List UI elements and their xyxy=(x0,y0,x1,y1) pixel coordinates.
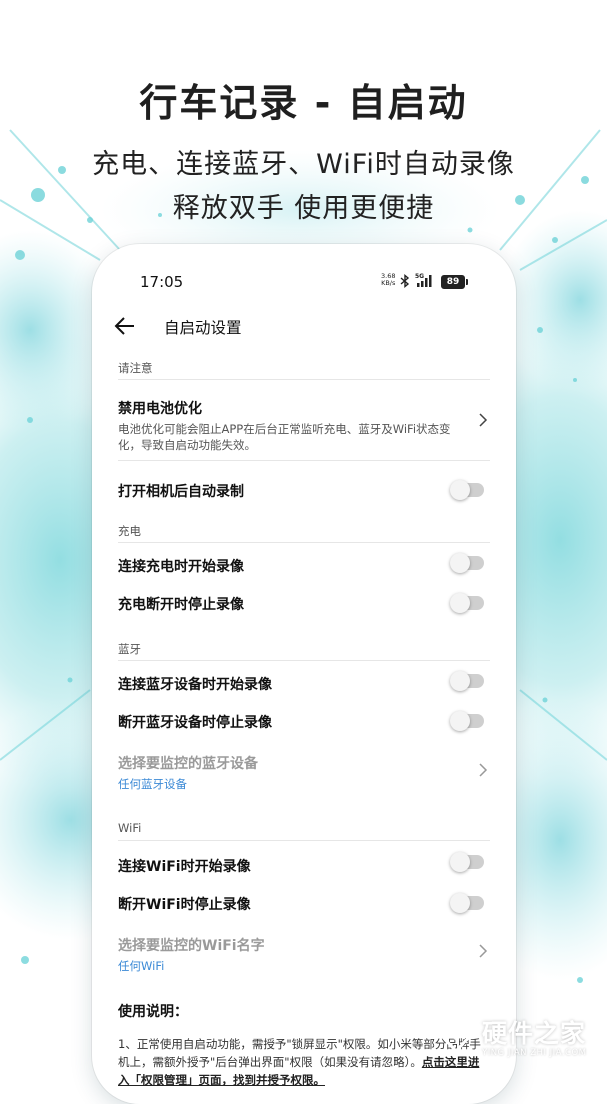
status-time: 17:05 xyxy=(140,273,184,291)
bt-start-row: 连接蓝牙设备时开始录像 xyxy=(118,661,490,701)
usage-heading: 使用说明： xyxy=(118,1004,188,1020)
battery-optimization-row[interactable]: 禁用电池优化 电池优化可能会阻止APP在后台正常监听充电、蓝牙及WiFi状态变化… xyxy=(118,380,490,461)
wifi-stop-row: 断开WiFi时停止录像 xyxy=(118,883,490,923)
back-arrow-icon[interactable] xyxy=(114,316,136,336)
section-header-charging: 充电 xyxy=(118,519,490,543)
section-header-bluetooth: 蓝牙 xyxy=(118,637,490,661)
row-title: 选择要监控的WiFi名字 xyxy=(118,938,265,954)
site-watermark: 硬件之家 YING JIAN ZHI JIA.COM xyxy=(436,1008,606,1076)
section-header-notice: 请注意 xyxy=(118,356,490,380)
row-title: 选择要监控的蓝牙设备 xyxy=(118,756,258,772)
row-title: 断开蓝牙设备时停止录像 xyxy=(118,715,272,731)
wifi-stop-toggle[interactable] xyxy=(450,893,484,913)
row-value: 任何WiFi xyxy=(118,959,165,973)
row-value: 任何蓝牙设备 xyxy=(118,777,187,791)
battery-indicator: 89 xyxy=(441,275,468,289)
promo-headline: 行车记录 - 自启动 xyxy=(139,81,468,125)
row-title: 打开相机后自动录制 xyxy=(118,484,244,500)
wifi-name-select-row[interactable]: 选择要监控的WiFi名字 任何WiFi xyxy=(118,923,490,979)
camera-auto-record-toggle[interactable] xyxy=(450,480,484,500)
page-title: 自启动设置 xyxy=(164,319,242,337)
signal-icon: 5G xyxy=(415,273,432,287)
wifi-start-toggle[interactable] xyxy=(450,852,484,872)
bluetooth-icon xyxy=(400,274,410,288)
camera-auto-record-row: 打开相机后自动录制 xyxy=(118,461,490,519)
row-title: 充电断开时停止录像 xyxy=(118,597,244,613)
row-title: 连接蓝牙设备时开始录像 xyxy=(118,677,272,693)
row-title: 连接WiFi时开始录像 xyxy=(118,859,251,875)
bt-device-select-row[interactable]: 选择要监控的蓝牙设备 任何蓝牙设备 xyxy=(118,741,490,799)
row-description: 电池优化可能会阻止APP在后台正常监听充电、蓝牙及WiFi状态变化，导致自启动功… xyxy=(118,422,451,452)
section-header-wifi: WiFi xyxy=(118,817,490,841)
promo-subtitle-line1: 充电、连接蓝牙、WiFi时自动录像 xyxy=(92,149,515,180)
usage-text: 1、正常使用自启动功能，需授予"锁屏显示"权限。如小米等部分品牌手机上，需额外授… xyxy=(118,1035,490,1089)
bt-stop-row: 断开蓝牙设备时停止录像 xyxy=(118,701,490,741)
watermark-name: 硬件之家 xyxy=(482,1019,587,1048)
status-bar: 17:05 3.68 KB/s 5G 89 xyxy=(92,244,516,316)
charge-stop-toggle[interactable] xyxy=(450,593,484,613)
phone-frame: 17:05 3.68 KB/s 5G 89 自启动设置 请注意 禁用电池优化 电… xyxy=(92,244,516,1104)
network-type: 5G xyxy=(415,273,424,280)
settings-list: 请注意 禁用电池优化 电池优化可能会阻止APP在后台正常监听充电、蓝牙及WiFi… xyxy=(118,356,490,1089)
wifi-start-row: 连接WiFi时开始录像 xyxy=(118,841,490,883)
chevron-right-icon xyxy=(479,413,488,427)
row-title: 禁用电池优化 xyxy=(118,401,202,417)
charge-start-row: 连接充电时开始录像 xyxy=(118,543,490,583)
chevron-right-icon xyxy=(479,944,488,958)
app-titlebar: 自启动设置 xyxy=(92,308,516,344)
watermark-logo-icon xyxy=(437,1014,475,1054)
net-speed: 3.68 KB/s xyxy=(381,273,395,287)
bt-stop-toggle[interactable] xyxy=(450,711,484,731)
charge-start-toggle[interactable] xyxy=(450,553,484,573)
charge-stop-row: 充电断开时停止录像 xyxy=(118,583,490,623)
promo-subtitle-line2: 释放双手 使用更便捷 xyxy=(172,193,435,224)
row-title: 连接充电时开始录像 xyxy=(118,559,244,575)
row-title: 断开WiFi时停止录像 xyxy=(118,897,251,913)
chevron-right-icon xyxy=(479,763,488,777)
bt-start-toggle[interactable] xyxy=(450,671,484,691)
net-speed-unit: KB/s xyxy=(381,279,396,287)
watermark-pinyin: YING JIAN ZHI JIA.COM xyxy=(482,1048,587,1058)
